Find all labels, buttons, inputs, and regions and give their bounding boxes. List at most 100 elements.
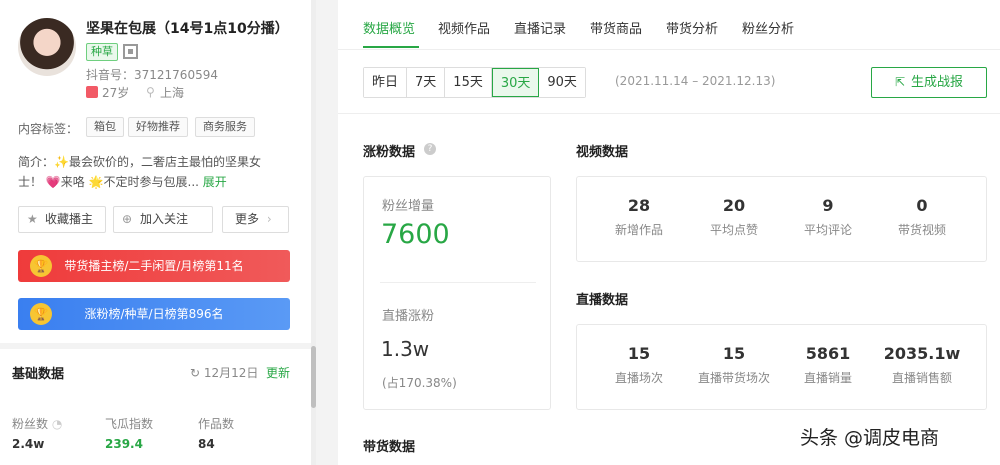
divider — [380, 282, 536, 283]
tab-live-records[interactable]: 直播记录 — [514, 18, 566, 37]
more-button[interactable]: 更多 › — [222, 206, 289, 233]
update-link[interactable]: 更新 — [266, 364, 290, 381]
metric-label: 直播销售额 — [891, 371, 952, 385]
fans-count-label-text: 粉丝数 — [12, 417, 49, 431]
metric-live-volume: 5861 直播销量 — [781, 344, 875, 386]
metric-label: 直播带货场次 — [697, 371, 770, 385]
metric-label: 带货视频 — [897, 223, 946, 237]
fans-count-label: 粉丝数 ◔ — [12, 415, 62, 432]
live-fans-ratio: (占170.38%) — [382, 376, 457, 390]
content-tag-chip[interactable]: 好物推荐 — [128, 117, 188, 137]
active-tab-indicator — [363, 46, 419, 48]
favorite-label: 收藏播主 — [45, 212, 94, 226]
rank-label: 涨粉榜/种草/日榜第896名 — [84, 307, 224, 321]
range-7d[interactable]: 7天 — [407, 68, 446, 97]
growth-card: 粉丝增量 7600 直播涨粉 1.3w (占170.38%) — [363, 176, 551, 410]
metric-value: 28 — [627, 196, 651, 215]
streamer-name: 坚果在包展（14号1点10分播） — [86, 21, 289, 37]
watermark: 头条 @调皮电商 — [800, 427, 940, 449]
more-label: 更多 — [235, 212, 260, 226]
metric-label: 新增作品 — [614, 223, 663, 237]
report-label: 生成战报 — [911, 75, 964, 90]
metric-label: 平均评论 — [803, 223, 852, 237]
range-30d[interactable]: 30天 — [491, 68, 540, 97]
metric-live-sales-sessions: 15 直播带货场次 — [687, 344, 781, 386]
metric-new-works: 28 新增作品 — [592, 196, 686, 238]
fans-increase-label: 粉丝增量 — [382, 199, 435, 214]
export-icon: ⇱ — [894, 75, 906, 89]
bio-line: 简介：✨最会砍价的，二奢店主最怕的坚果女 — [18, 155, 261, 169]
metric-live-revenue: 2035.1w 直播销售额 — [875, 344, 969, 386]
page: 坚果在包展（14号1点10分播） 种草 抖音号：37121760594 27岁 … — [0, 0, 1000, 465]
metric-value: 15 — [722, 344, 746, 363]
basic-data-title: 基础数据 — [12, 367, 65, 382]
fans-count-value: 2.4w — [12, 437, 45, 451]
qr-code-icon[interactable] — [123, 44, 138, 59]
metric-value: 5861 — [805, 344, 851, 363]
metric-label: 直播销量 — [803, 371, 852, 385]
date-range-text: (2021.11.14 – 2021.12.13) — [615, 74, 776, 88]
main-panel: 数据概览 视频作品 直播记录 带货商品 带货分析 粉丝分析 昨日 7天 15天 … — [338, 0, 1000, 465]
live-data-card: 15 直播场次 15 直播带货场次 5861 直播销量 2035.1w 直播销售… — [576, 324, 987, 410]
tab-products[interactable]: 带货商品 — [590, 18, 642, 37]
tab-bar: 数据概览 视频作品 直播记录 带货商品 带货分析 粉丝分析 — [338, 0, 1000, 50]
trophy-icon: 🏆 — [30, 255, 52, 277]
content-tags-label: 内容标签： — [18, 122, 79, 136]
feigua-index-label: 飞瓜指数 — [105, 417, 154, 431]
favorite-button[interactable]: ★ 收藏播主 — [18, 206, 106, 233]
follow-button[interactable]: ⊕ 加入关注 — [113, 206, 213, 233]
live-data-title: 直播数据 — [576, 293, 629, 308]
info-icon: ◔ — [51, 417, 63, 431]
sales-data-title: 带货数据 — [363, 440, 416, 455]
help-icon[interactable]: ? — [424, 143, 436, 155]
divider — [0, 343, 316, 349]
refresh-icon: ↻ — [190, 366, 201, 380]
metric-avg-likes: 20 平均点赞 — [687, 196, 781, 238]
metric-value: 2035.1w — [883, 344, 961, 363]
metric-value: 9 — [822, 196, 834, 215]
refresh-date: ↻ 12月12日 — [190, 364, 258, 381]
range-yesterday[interactable]: 昨日 — [364, 68, 408, 97]
tab-sales-analysis[interactable]: 带货分析 — [666, 18, 718, 37]
live-fans-value: 1.3w — [381, 337, 430, 361]
generate-report-button[interactable]: ⇱ 生成战报 — [871, 67, 987, 98]
sales-rank-banner[interactable]: 🏆 带货播主榜/二手闲置/月榜第11名 — [18, 250, 290, 282]
location: 上海 — [160, 86, 185, 100]
fans-rank-banner[interactable]: 🏆 涨粉榜/种草/日榜第896名 — [18, 298, 290, 330]
works-count-value: 84 — [198, 437, 215, 451]
metric-value: 20 — [722, 196, 746, 215]
range-15d[interactable]: 15天 — [445, 68, 492, 97]
divider — [338, 113, 1000, 114]
feigua-index-value: 239.4 — [105, 437, 143, 451]
plus-circle-icon: ⊕ — [122, 212, 133, 226]
trophy-icon: 🏆 — [30, 303, 52, 325]
bio-line: 士！ 💗来咯 🌟不定时参与包展... — [18, 175, 199, 189]
refresh-date-text: 12月12日 — [203, 366, 259, 380]
video-data-card: 28 新增作品 20 平均点赞 9 平均评论 0 带货视频 — [576, 176, 987, 262]
follow-label: 加入关注 — [140, 212, 189, 226]
star-icon: ★ — [27, 212, 38, 226]
bio-line-2: 士！ 💗来咯 🌟不定时参与包展... 展开 — [18, 172, 318, 192]
location-icon: ⚲ — [146, 85, 155, 99]
douyin-id: 抖音号：37121760594 — [86, 68, 218, 82]
content-tag-chip[interactable]: 商务服务 — [195, 117, 255, 137]
avatar[interactable] — [18, 18, 76, 76]
profile-panel: 坚果在包展（14号1点10分播） 种草 抖音号：37121760594 27岁 … — [0, 0, 316, 465]
tab-videos[interactable]: 视频作品 — [438, 18, 490, 37]
tab-overview[interactable]: 数据概览 — [363, 18, 415, 37]
bio-expand-link[interactable]: 展开 — [203, 175, 227, 189]
metric-avg-comments: 9 平均评论 — [781, 196, 875, 238]
metric-label: 直播场次 — [614, 371, 663, 385]
metric-live-sessions: 15 直播场次 — [592, 344, 686, 386]
metric-value: 15 — [627, 344, 651, 363]
tab-fans-analysis[interactable]: 粉丝分析 — [742, 18, 794, 37]
fans-increase-value: 7600 — [381, 219, 450, 250]
age: 27岁 — [102, 86, 130, 100]
category-tag: 种草 — [86, 43, 118, 61]
live-fans-label: 直播涨粉 — [382, 309, 435, 324]
video-data-title: 视频数据 — [576, 145, 629, 160]
content-tag-chip[interactable]: 箱包 — [86, 117, 124, 137]
range-90d[interactable]: 90天 — [539, 68, 585, 97]
rank-label: 带货播主榜/二手闲置/月榜第11名 — [64, 259, 244, 273]
growth-title: 涨粉数据 — [363, 145, 416, 160]
